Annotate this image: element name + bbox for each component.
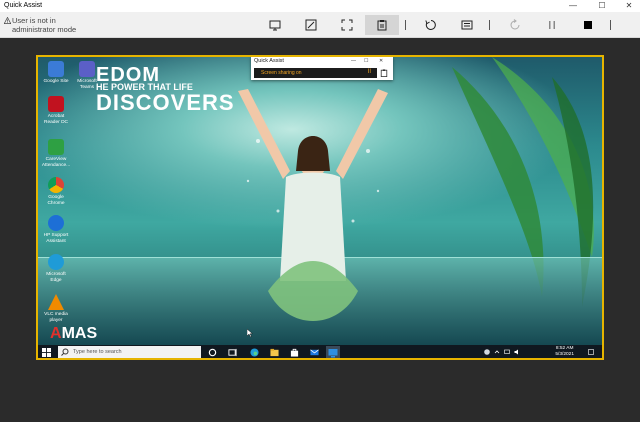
search-icon bbox=[61, 348, 69, 356]
desktop-icon-google-site[interactable]: Google Site bbox=[41, 61, 71, 85]
taskbar-clock[interactable]: 8:52 AM 5/3/2021 bbox=[555, 346, 574, 358]
tray-user-icon[interactable] bbox=[484, 349, 490, 355]
monitor-icon bbox=[269, 20, 281, 31]
careview-icon bbox=[48, 139, 64, 155]
pen-icon bbox=[305, 19, 317, 31]
edge-icon bbox=[48, 254, 64, 270]
slogan-line3: DISCOVERS bbox=[96, 90, 235, 115]
end-session-button[interactable] bbox=[571, 15, 605, 35]
admin-warning-line1: User is not in bbox=[12, 16, 56, 25]
restart-button[interactable] bbox=[414, 15, 448, 35]
vlc-icon bbox=[48, 294, 64, 310]
task-manager-icon bbox=[461, 20, 473, 30]
window-title: Quick Assist bbox=[4, 2, 43, 9]
clock-date: 5/3/2021 bbox=[555, 352, 574, 357]
woman-figure bbox=[238, 89, 388, 321]
instruction-channel-button[interactable] bbox=[365, 15, 399, 35]
volume-icon[interactable] bbox=[514, 349, 520, 355]
toolbar: User is not in administrator mode bbox=[0, 12, 640, 38]
task-manager-button[interactable] bbox=[450, 15, 484, 35]
notifications-icon[interactable] bbox=[588, 349, 594, 355]
desktop-icon-acrobat[interactable]: Acrobat Reader DC bbox=[41, 96, 71, 125]
toolbar-separator bbox=[610, 20, 611, 30]
sharing-pause-button[interactable]: II bbox=[368, 69, 371, 75]
pause-button[interactable] bbox=[535, 15, 569, 35]
stop-icon bbox=[584, 21, 592, 29]
desktop-icon-hp-support[interactable]: HP Support Assistant bbox=[41, 215, 71, 244]
restart-icon bbox=[425, 20, 436, 30]
remote-close-button[interactable]: ✕ bbox=[379, 58, 383, 64]
desktop-icon-chrome[interactable]: Google Chrome bbox=[41, 177, 71, 206]
remote-minimize-button[interactable]: — bbox=[351, 58, 356, 64]
remote-window-title: Quick Assist bbox=[254, 58, 284, 64]
mouse-cursor-icon bbox=[247, 329, 253, 337]
tray-chevron-up-icon[interactable] bbox=[494, 349, 500, 355]
store-icon[interactable] bbox=[290, 348, 299, 357]
desktop-icon-edge[interactable]: Microsoft Edge bbox=[41, 254, 71, 283]
reconnect-button[interactable] bbox=[498, 15, 532, 35]
google-site-icon bbox=[48, 61, 64, 77]
admin-warning: User is not in administrator mode bbox=[12, 16, 76, 34]
fit-screen-icon bbox=[341, 19, 353, 31]
remote-taskbar: Type here to search 8:52 AM 5/3/2021 bbox=[38, 345, 602, 358]
teams-icon bbox=[79, 61, 95, 77]
desktop-icon-careview[interactable]: CareView Attendance... bbox=[41, 139, 71, 168]
taskbar-quick-assist[interactable] bbox=[326, 346, 340, 358]
annotate-button[interactable] bbox=[294, 15, 328, 35]
clipboard-icon bbox=[377, 20, 387, 31]
minimize-button[interactable]: — bbox=[563, 0, 583, 12]
cortana-icon[interactable] bbox=[208, 348, 217, 357]
brand-logo: AMAS bbox=[50, 325, 98, 342]
clipboard-icon bbox=[380, 69, 388, 77]
desktop-icon-teams[interactable]: Microsoft Teams bbox=[72, 61, 102, 90]
screen-sharing-status: Screen sharing on bbox=[261, 70, 302, 76]
close-button[interactable]: ✕ bbox=[619, 0, 639, 12]
mail-icon[interactable] bbox=[310, 348, 319, 357]
toolbar-separator bbox=[405, 20, 406, 30]
actual-size-button[interactable] bbox=[330, 15, 364, 35]
maximize-button[interactable]: ☐ bbox=[592, 0, 612, 12]
title-bar: Quick Assist — ☐ ✕ bbox=[0, 0, 640, 12]
wallpaper-slogan: EDOM HE POWER THAT LIFE DISCOVERS bbox=[96, 65, 235, 114]
admin-warning-line2: administrator mode bbox=[12, 25, 77, 34]
taskbar-edge-icon[interactable] bbox=[250, 348, 259, 357]
remote-screen[interactable]: EDOM HE POWER THAT LIFE DISCOVERS AMAS G… bbox=[36, 55, 604, 360]
screen-sharing-bar: Screen sharing on II bbox=[254, 68, 377, 78]
search-placeholder: Type here to search bbox=[73, 349, 122, 355]
remote-maximize-button[interactable]: ☐ bbox=[364, 58, 368, 64]
reconnect-icon bbox=[510, 19, 520, 30]
remote-clipboard-button[interactable] bbox=[379, 69, 389, 78]
select-monitor-button[interactable] bbox=[258, 15, 292, 35]
chrome-icon bbox=[48, 177, 64, 193]
network-icon[interactable] bbox=[504, 349, 510, 355]
remote-quick-assist-window: Quick Assist — ☐ ✕ Screen sharing on II bbox=[251, 57, 393, 80]
toolbar-separator bbox=[489, 20, 490, 30]
windows-start-icon[interactable] bbox=[42, 348, 51, 357]
file-explorer-icon[interactable] bbox=[270, 348, 279, 357]
task-view-icon[interactable] bbox=[228, 348, 237, 357]
acrobat-icon bbox=[48, 96, 64, 112]
quick-assist-icon bbox=[328, 349, 338, 358]
pause-icon bbox=[549, 21, 555, 29]
hp-support-icon bbox=[48, 215, 64, 231]
warning-icon bbox=[4, 17, 11, 24]
desktop-icon-vlc[interactable]: VLC media player bbox=[41, 294, 71, 323]
taskbar-search-box[interactable]: Type here to search bbox=[58, 346, 201, 358]
